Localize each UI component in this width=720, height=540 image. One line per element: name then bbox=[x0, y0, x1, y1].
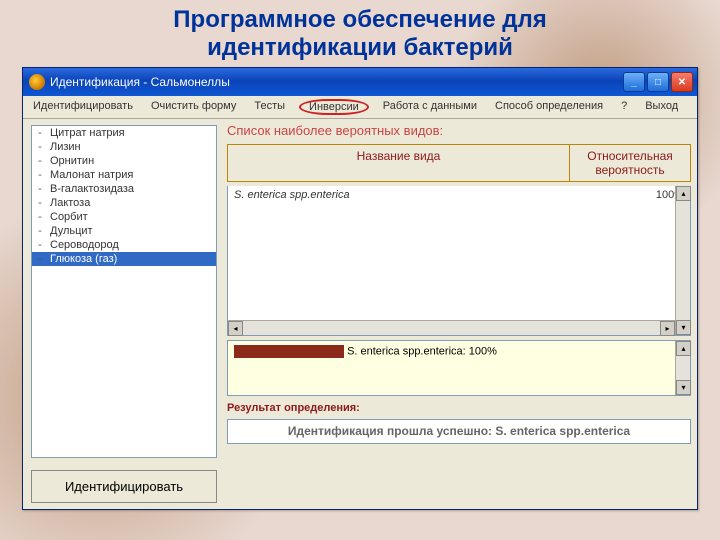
list-item[interactable]: -Сорбит bbox=[32, 210, 216, 224]
cell-probability: 100% bbox=[574, 189, 684, 201]
scroll-right-icon[interactable]: ▸ bbox=[660, 321, 675, 336]
list-item[interactable]: -Малонат натрия bbox=[32, 168, 216, 182]
result-label: Результат определения: bbox=[227, 400, 691, 415]
scroll-left-icon[interactable]: ◂ bbox=[228, 321, 243, 336]
summary-text: S. enterica spp.enterica: 100% bbox=[347, 346, 497, 358]
list-item[interactable]: -B-галактозидаза bbox=[32, 182, 216, 196]
results-grid-header: Название вида Относительная вероятность bbox=[227, 144, 691, 182]
menu-inversions[interactable]: Инверсии bbox=[299, 99, 369, 115]
close-button[interactable]: ✕ bbox=[671, 72, 693, 92]
probable-species-heading: Список наиболее вероятных видов: bbox=[227, 123, 691, 140]
app-icon bbox=[29, 74, 45, 90]
menu-tests[interactable]: Тесты bbox=[250, 99, 289, 115]
menubar: Идентифицировать Очистить форму Тесты Ин… bbox=[23, 96, 697, 119]
titlebar[interactable]: Идентификация - Сальмонеллы _ □ ✕ bbox=[23, 68, 697, 96]
menu-identify[interactable]: Идентифицировать bbox=[29, 99, 137, 115]
list-item-label: Лактоза bbox=[50, 197, 90, 209]
menu-clear-form[interactable]: Очистить форму bbox=[147, 99, 240, 115]
list-item-label: Сорбит bbox=[50, 211, 88, 223]
result-text: Идентификация прошла успешно: S. enteric… bbox=[227, 419, 691, 444]
list-item-label: Дульцит bbox=[50, 225, 93, 237]
menu-exit[interactable]: Выход bbox=[641, 99, 682, 115]
menu-data[interactable]: Работа с данными bbox=[379, 99, 481, 115]
maximize-button[interactable]: □ bbox=[647, 72, 669, 92]
list-item[interactable]: -Орнитин bbox=[32, 154, 216, 168]
cell-species-name: S. enterica spp.enterica bbox=[234, 189, 574, 201]
list-item[interactable]: -Цитрат натрия bbox=[32, 126, 216, 140]
scroll-up-icon[interactable]: ▴ bbox=[676, 186, 691, 201]
list-item-label: Малонат натрия bbox=[50, 169, 133, 181]
minimize-button[interactable]: _ bbox=[623, 72, 645, 92]
list-item-label: Цитрат натрия bbox=[50, 127, 125, 139]
vertical-scrollbar[interactable]: ▴ ▾ bbox=[675, 186, 690, 335]
identify-button[interactable]: Идентифицировать bbox=[31, 470, 217, 503]
list-item[interactable]: -Лизин bbox=[32, 140, 216, 154]
list-item[interactable]: -Глюкоза (газ) bbox=[32, 252, 216, 266]
summary-box: S. enterica spp.enterica: 100% ▴ ▾ bbox=[227, 340, 691, 396]
horizontal-scrollbar[interactable]: ◂ ▸ bbox=[228, 320, 675, 335]
slide-title-line1: Программное обеспечение для bbox=[0, 6, 720, 34]
results-grid[interactable]: S. enterica spp.enterica 100% ▴ ▾ ◂ ▸ bbox=[227, 186, 691, 336]
tests-listbox[interactable]: -Цитрат натрия -Лизин -Орнитин -Малонат … bbox=[31, 125, 217, 458]
list-item-label: B-галактозидаза bbox=[50, 183, 134, 195]
column-probability: Относительная вероятность bbox=[570, 145, 690, 181]
list-item[interactable]: -Дульцит bbox=[32, 224, 216, 238]
list-item-label: Орнитин bbox=[50, 155, 94, 167]
highlight-bar bbox=[234, 345, 344, 358]
list-item-label: Глюкоза (газ) bbox=[50, 253, 117, 265]
app-window: Идентификация - Сальмонеллы _ □ ✕ Иденти… bbox=[22, 67, 698, 510]
window-title: Идентификация - Сальмонеллы bbox=[50, 75, 230, 89]
scroll-down-icon[interactable]: ▾ bbox=[676, 320, 691, 335]
list-item-label: Лизин bbox=[50, 141, 81, 153]
slide-title-line2: идентификации бактерий bbox=[0, 34, 720, 62]
list-item-label: Сероводород bbox=[50, 239, 119, 251]
menu-help[interactable]: ? bbox=[617, 99, 631, 115]
column-species-name: Название вида bbox=[228, 145, 570, 181]
scroll-up-icon[interactable]: ▴ bbox=[676, 341, 691, 356]
vertical-scrollbar[interactable]: ▴ ▾ bbox=[675, 341, 690, 395]
scroll-down-icon[interactable]: ▾ bbox=[676, 380, 691, 395]
list-item[interactable]: -Лактоза bbox=[32, 196, 216, 210]
table-row[interactable]: S. enterica spp.enterica 100% bbox=[228, 186, 690, 204]
list-item[interactable]: -Сероводород bbox=[32, 238, 216, 252]
menu-method[interactable]: Способ определения bbox=[491, 99, 607, 115]
